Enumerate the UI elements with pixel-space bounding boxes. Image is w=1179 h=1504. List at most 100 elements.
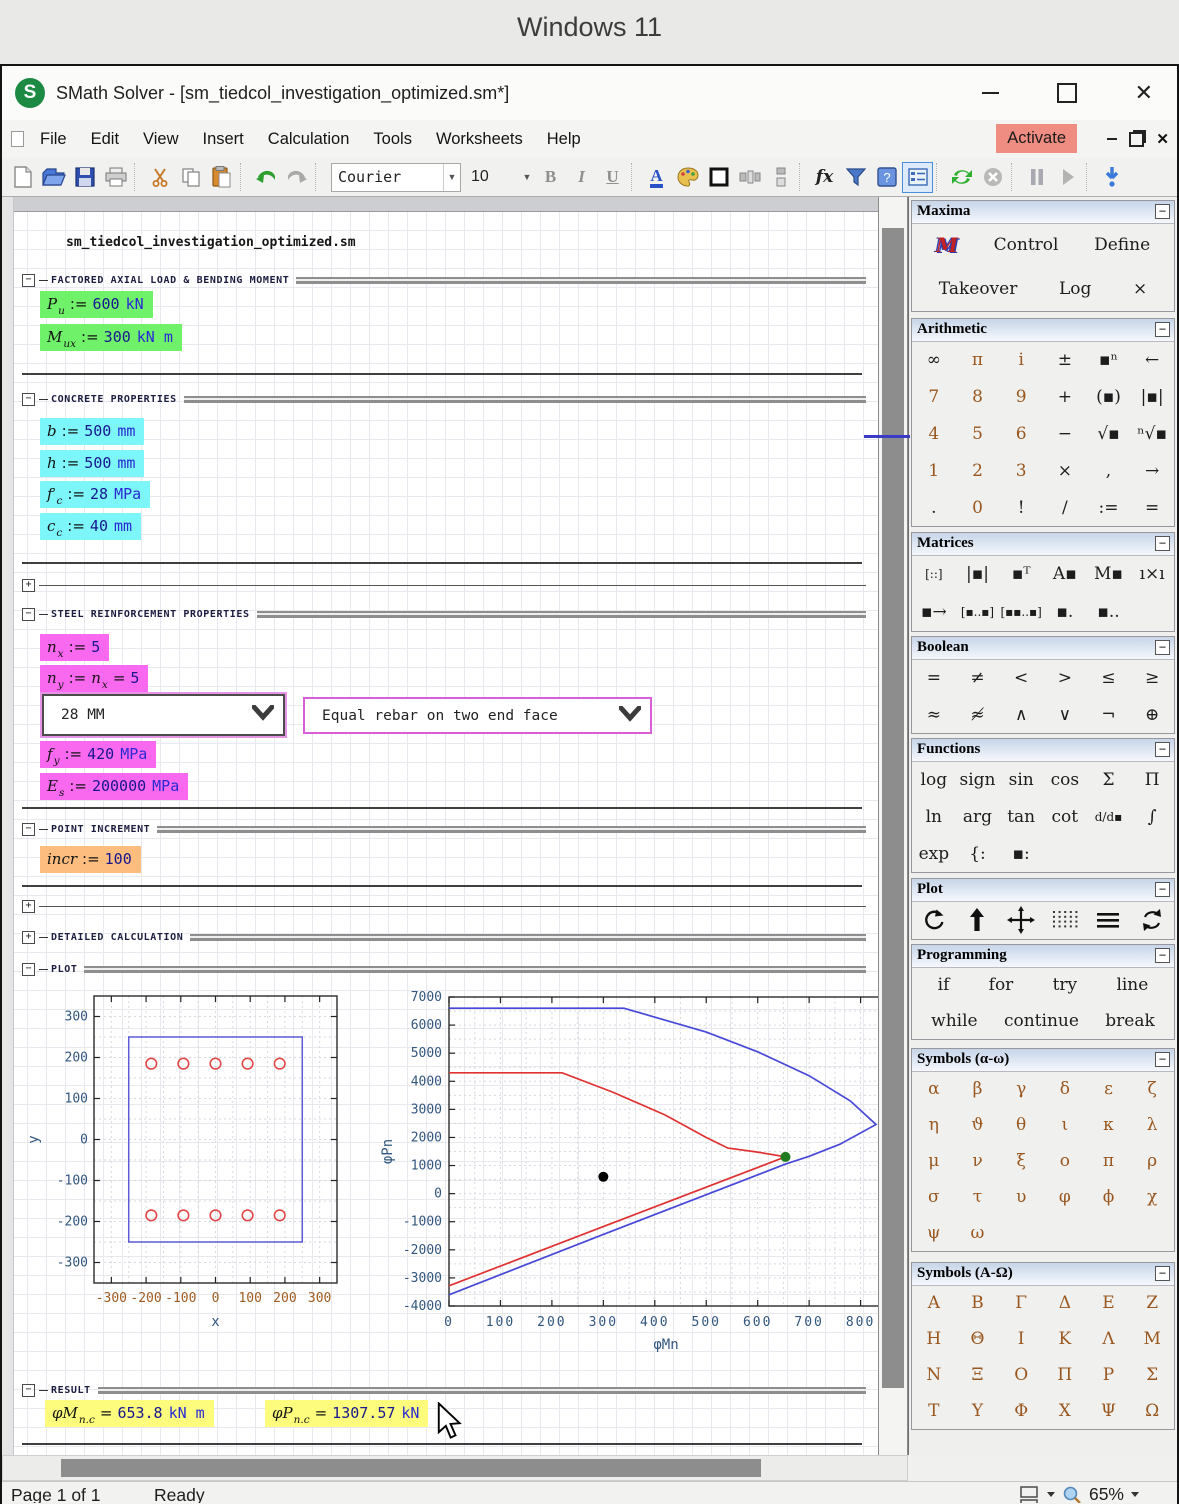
- palette-theta-script[interactable]: ϑ: [956, 1107, 1000, 1143]
- section-collapse-toggle[interactable]: −: [22, 963, 35, 976]
- palette-line-function[interactable]: ▪:: [999, 835, 1043, 872]
- variable-Mux[interactable]: Mux:=300kN m: [40, 324, 182, 351]
- palette-evaluate[interactable]: →: [1130, 452, 1174, 489]
- palette-multiply[interactable]: ×: [1043, 452, 1087, 489]
- palette-plus-minus[interactable]: ±: [1043, 341, 1087, 378]
- palette-Rho[interactable]: P: [1087, 1357, 1131, 1393]
- palette-parentheses[interactable]: (▪): [1087, 378, 1131, 415]
- palette-xi[interactable]: ξ: [999, 1143, 1043, 1179]
- result-phiPnc[interactable]: φPn.c=1307.57kN: [265, 1400, 428, 1427]
- palette-Kappa[interactable]: K: [1043, 1321, 1087, 1357]
- dropdown-bar-size[interactable]: 28 MM: [42, 694, 285, 736]
- palette-maxima-close-button[interactable]: ×: [1133, 267, 1147, 311]
- variable-b[interactable]: b:=500mm: [40, 418, 144, 445]
- palette-summation[interactable]: Σ: [1087, 761, 1131, 798]
- palette-Pi[interactable]: Π: [1043, 1357, 1087, 1393]
- palette-infinity[interactable]: ∞: [912, 341, 956, 378]
- page-layout-icon[interactable]: [1020, 1486, 1040, 1504]
- palette-maxima-define-button[interactable]: Define: [1094, 223, 1150, 267]
- palette-Xi[interactable]: Ξ: [956, 1357, 1000, 1393]
- palette-Delta[interactable]: Δ: [1043, 1285, 1087, 1321]
- palette-omega[interactable]: ω: [956, 1215, 1000, 1251]
- palette-Tau[interactable]: T: [912, 1393, 956, 1429]
- zoom-icon[interactable]: [1062, 1485, 1082, 1504]
- palette-greater-than[interactable]: >: [1043, 659, 1087, 696]
- filter-button[interactable]: [840, 162, 871, 193]
- palette-nth-root[interactable]: ⁿ√▪: [1130, 415, 1174, 452]
- interaction-diagram-plot[interactable]: 0100200300400500600700800-4000-3000-2000…: [378, 983, 878, 1367]
- redo-button[interactable]: [281, 162, 312, 193]
- function-button[interactable]: fx: [809, 162, 840, 193]
- palette-absolute-value[interactable]: |▪|: [1130, 378, 1174, 415]
- palette-digit-8[interactable]: 8: [956, 378, 1000, 415]
- palette-maxima-log-button[interactable]: Log: [1059, 267, 1091, 311]
- palette-Sigma[interactable]: Σ: [1130, 1357, 1174, 1393]
- section-collapse-toggle[interactable]: −: [22, 1384, 35, 1397]
- palette-Omicron[interactable]: O: [999, 1357, 1043, 1393]
- section-collapse-toggle[interactable]: +: [22, 931, 35, 944]
- panel-collapse-button[interactable]: −: [1155, 640, 1170, 655]
- palette-digit-0[interactable]: 0: [956, 489, 1000, 526]
- palette-element[interactable]: ▪.: [1043, 593, 1087, 631]
- palette-pi[interactable]: π: [956, 341, 1000, 378]
- menu-edit[interactable]: Edit: [79, 130, 131, 149]
- vertical-scrollbar[interactable]: [878, 197, 908, 1455]
- palette-xor[interactable]: ⊕: [1130, 696, 1174, 733]
- palette-alpha[interactable]: α: [912, 1071, 956, 1107]
- palette-not-approx-equal[interactable]: ≉: [956, 696, 1000, 733]
- palette-Alpha[interactable]: A: [912, 1285, 956, 1321]
- palette-factorial[interactable]: !: [999, 489, 1043, 526]
- palette-Phi[interactable]: Φ: [999, 1393, 1043, 1429]
- variable-fc[interactable]: f′c:=28MPa: [40, 481, 150, 508]
- result-phiMnc[interactable]: φMn.c=653.8kN m: [45, 1400, 214, 1427]
- palette-kappa[interactable]: κ: [1087, 1107, 1131, 1143]
- palette-try[interactable]: try: [1053, 967, 1078, 1003]
- palette-zeta[interactable]: ζ: [1130, 1071, 1174, 1107]
- menu-worksheets[interactable]: Worksheets: [424, 130, 535, 149]
- palette-greater-equal[interactable]: ≥: [1130, 659, 1174, 696]
- panel-collapse-button[interactable]: −: [1155, 948, 1170, 963]
- palette-cos[interactable]: cos: [1043, 761, 1087, 798]
- help-button[interactable]: ?: [871, 162, 902, 193]
- cut-button[interactable]: [144, 162, 175, 193]
- stop-button[interactable]: [977, 162, 1008, 193]
- section-collapse-toggle[interactable]: −: [22, 393, 35, 406]
- underline-button[interactable]: U: [597, 162, 628, 193]
- palette-decimal-point[interactable]: .: [912, 489, 956, 526]
- variable-Pu[interactable]: Pu:=600kN: [40, 291, 153, 318]
- menu-help[interactable]: Help: [535, 130, 593, 149]
- region-expand-toggle[interactable]: +: [22, 579, 35, 592]
- zoom-dropdown-icon[interactable]: [1131, 1492, 1139, 1497]
- scale-icon[interactable]: [956, 901, 1000, 939]
- palette-digit-4[interactable]: 4: [912, 415, 956, 452]
- palette-product[interactable]: Π: [1130, 761, 1174, 798]
- palette-digit-5[interactable]: 5: [956, 415, 1000, 452]
- palette-minus[interactable]: −: [1043, 415, 1087, 452]
- palette-digit-7[interactable]: 7: [912, 378, 956, 415]
- palette-Iota[interactable]: I: [999, 1321, 1043, 1357]
- palette-Theta[interactable]: Θ: [956, 1321, 1000, 1357]
- palette-less-equal[interactable]: ≤: [1087, 659, 1131, 696]
- palette-line[interactable]: line: [1116, 967, 1148, 1003]
- save-button[interactable]: [69, 162, 100, 193]
- palette-square-root[interactable]: √▪: [1087, 415, 1131, 452]
- paste-button[interactable]: [206, 162, 237, 193]
- palette-integral[interactable]: ∫: [1130, 798, 1174, 835]
- palette-bool-equal[interactable]: =: [912, 659, 956, 696]
- vertical-scrollbar-thumb[interactable]: [882, 228, 904, 1388]
- palette-not[interactable]: ¬: [1087, 696, 1131, 733]
- panel-collapse-button[interactable]: −: [1155, 1052, 1170, 1067]
- italic-button[interactable]: I: [566, 162, 597, 193]
- lines-icon[interactable]: [1087, 901, 1131, 939]
- menu-view[interactable]: View: [131, 130, 190, 149]
- palette-cross-product[interactable]: ı×ı: [1130, 555, 1174, 593]
- palette-digit-6[interactable]: 6: [999, 415, 1043, 452]
- panel-collapse-button[interactable]: −: [1155, 1266, 1170, 1281]
- undo-button[interactable]: [250, 162, 281, 193]
- palette-sin[interactable]: sin: [999, 761, 1043, 798]
- points-icon[interactable]: [1043, 901, 1087, 939]
- palette-omicron[interactable]: ο: [1043, 1143, 1087, 1179]
- maxima-logo-icon[interactable]: M: [936, 223, 958, 267]
- child-minimize-button[interactable]: [1107, 138, 1117, 140]
- palette-Gamma[interactable]: Γ: [999, 1285, 1043, 1321]
